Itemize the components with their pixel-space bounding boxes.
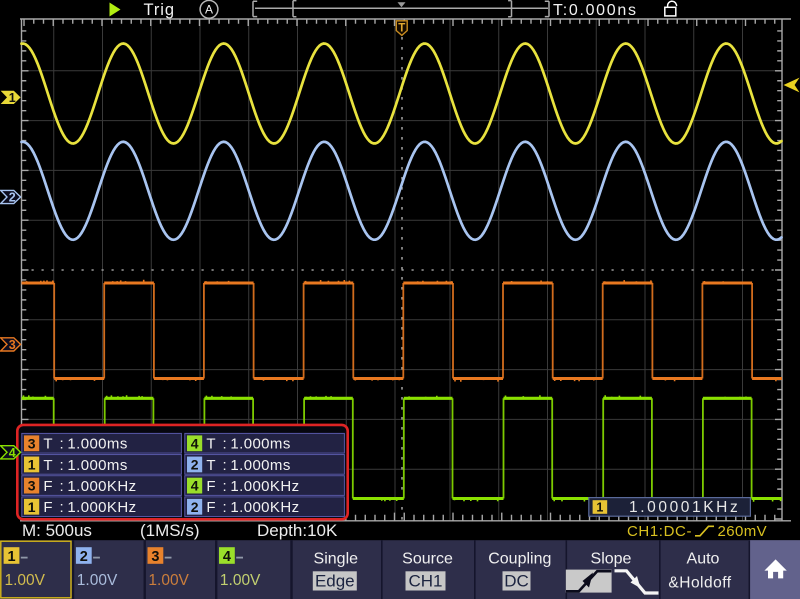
svg-text:Depth:10K: Depth:10K xyxy=(257,521,338,540)
svg-text:&Holdoff: &Holdoff xyxy=(668,575,731,592)
svg-text:1.000KHz: 1.000KHz xyxy=(230,478,299,495)
svg-text:3: 3 xyxy=(28,478,36,494)
svg-text:1.000KHz: 1.000KHz xyxy=(67,478,136,495)
svg-text:1.00V: 1.00V xyxy=(148,572,189,589)
svg-text::: : xyxy=(60,478,64,495)
svg-text:1: 1 xyxy=(596,501,603,515)
svg-text:T: T xyxy=(206,436,215,453)
svg-text:1.00V: 1.00V xyxy=(220,572,261,589)
svg-text:2: 2 xyxy=(9,191,16,205)
svg-text:3: 3 xyxy=(9,338,16,352)
svg-text:F: F xyxy=(206,478,215,495)
svg-text:T: T xyxy=(398,22,405,34)
svg-text:1.000ms: 1.000ms xyxy=(67,436,127,453)
svg-text::: : xyxy=(223,499,227,516)
svg-text::: : xyxy=(60,436,64,453)
svg-text:CH1: CH1 xyxy=(408,572,442,591)
svg-text:Slope: Slope xyxy=(591,551,632,568)
svg-text:T: T xyxy=(43,457,52,474)
svg-text:Auto: Auto xyxy=(687,551,720,568)
svg-text:1.000ms: 1.000ms xyxy=(230,436,290,453)
svg-text:1: 1 xyxy=(7,549,15,565)
svg-text:(1MS/s): (1MS/s) xyxy=(140,521,200,540)
svg-text:1: 1 xyxy=(28,457,36,473)
svg-text::: : xyxy=(223,436,227,453)
svg-text:1: 1 xyxy=(9,91,16,105)
svg-text:1.00001KHz: 1.00001KHz xyxy=(629,499,740,516)
svg-text:F: F xyxy=(43,499,52,516)
svg-text:Single: Single xyxy=(314,551,359,568)
svg-text:1.000KHz: 1.000KHz xyxy=(230,499,299,516)
svg-text:1.00V: 1.00V xyxy=(77,572,118,589)
svg-text:A: A xyxy=(205,3,213,17)
svg-text:T: T xyxy=(206,457,215,474)
svg-text:2: 2 xyxy=(80,549,88,565)
svg-text:Edge: Edge xyxy=(315,572,355,591)
svg-text::: : xyxy=(223,478,227,495)
svg-text:1.00V: 1.00V xyxy=(5,572,46,589)
svg-text:2: 2 xyxy=(191,457,199,473)
svg-text:Trig: Trig xyxy=(144,1,175,19)
svg-text::: : xyxy=(60,457,64,474)
svg-text:4: 4 xyxy=(191,478,199,494)
svg-text:1.000ms: 1.000ms xyxy=(230,457,290,474)
svg-text:1.000ms: 1.000ms xyxy=(67,457,127,474)
svg-text:DC: DC xyxy=(504,572,529,591)
svg-text:3: 3 xyxy=(151,549,159,565)
svg-text:T: T xyxy=(43,436,52,453)
svg-text:M: 500us: M: 500us xyxy=(22,521,92,540)
svg-text:Source: Source xyxy=(402,551,453,568)
svg-text:4: 4 xyxy=(223,549,231,565)
svg-text:4: 4 xyxy=(191,435,199,451)
svg-text:T:0.000ns: T:0.000ns xyxy=(553,2,638,19)
svg-text:1: 1 xyxy=(28,499,36,515)
svg-text:1.000KHz: 1.000KHz xyxy=(67,499,136,516)
svg-text::: : xyxy=(60,499,64,516)
svg-text:Coupling: Coupling xyxy=(488,551,551,568)
svg-text:F: F xyxy=(43,478,52,495)
svg-text:CH1:DC-: CH1:DC- xyxy=(627,523,692,540)
svg-text:F: F xyxy=(206,499,215,516)
svg-text::: : xyxy=(223,457,227,474)
svg-text:3: 3 xyxy=(28,435,36,451)
svg-text:4: 4 xyxy=(9,446,16,460)
svg-text:2: 2 xyxy=(191,499,199,515)
svg-text:260mV: 260mV xyxy=(718,523,768,540)
